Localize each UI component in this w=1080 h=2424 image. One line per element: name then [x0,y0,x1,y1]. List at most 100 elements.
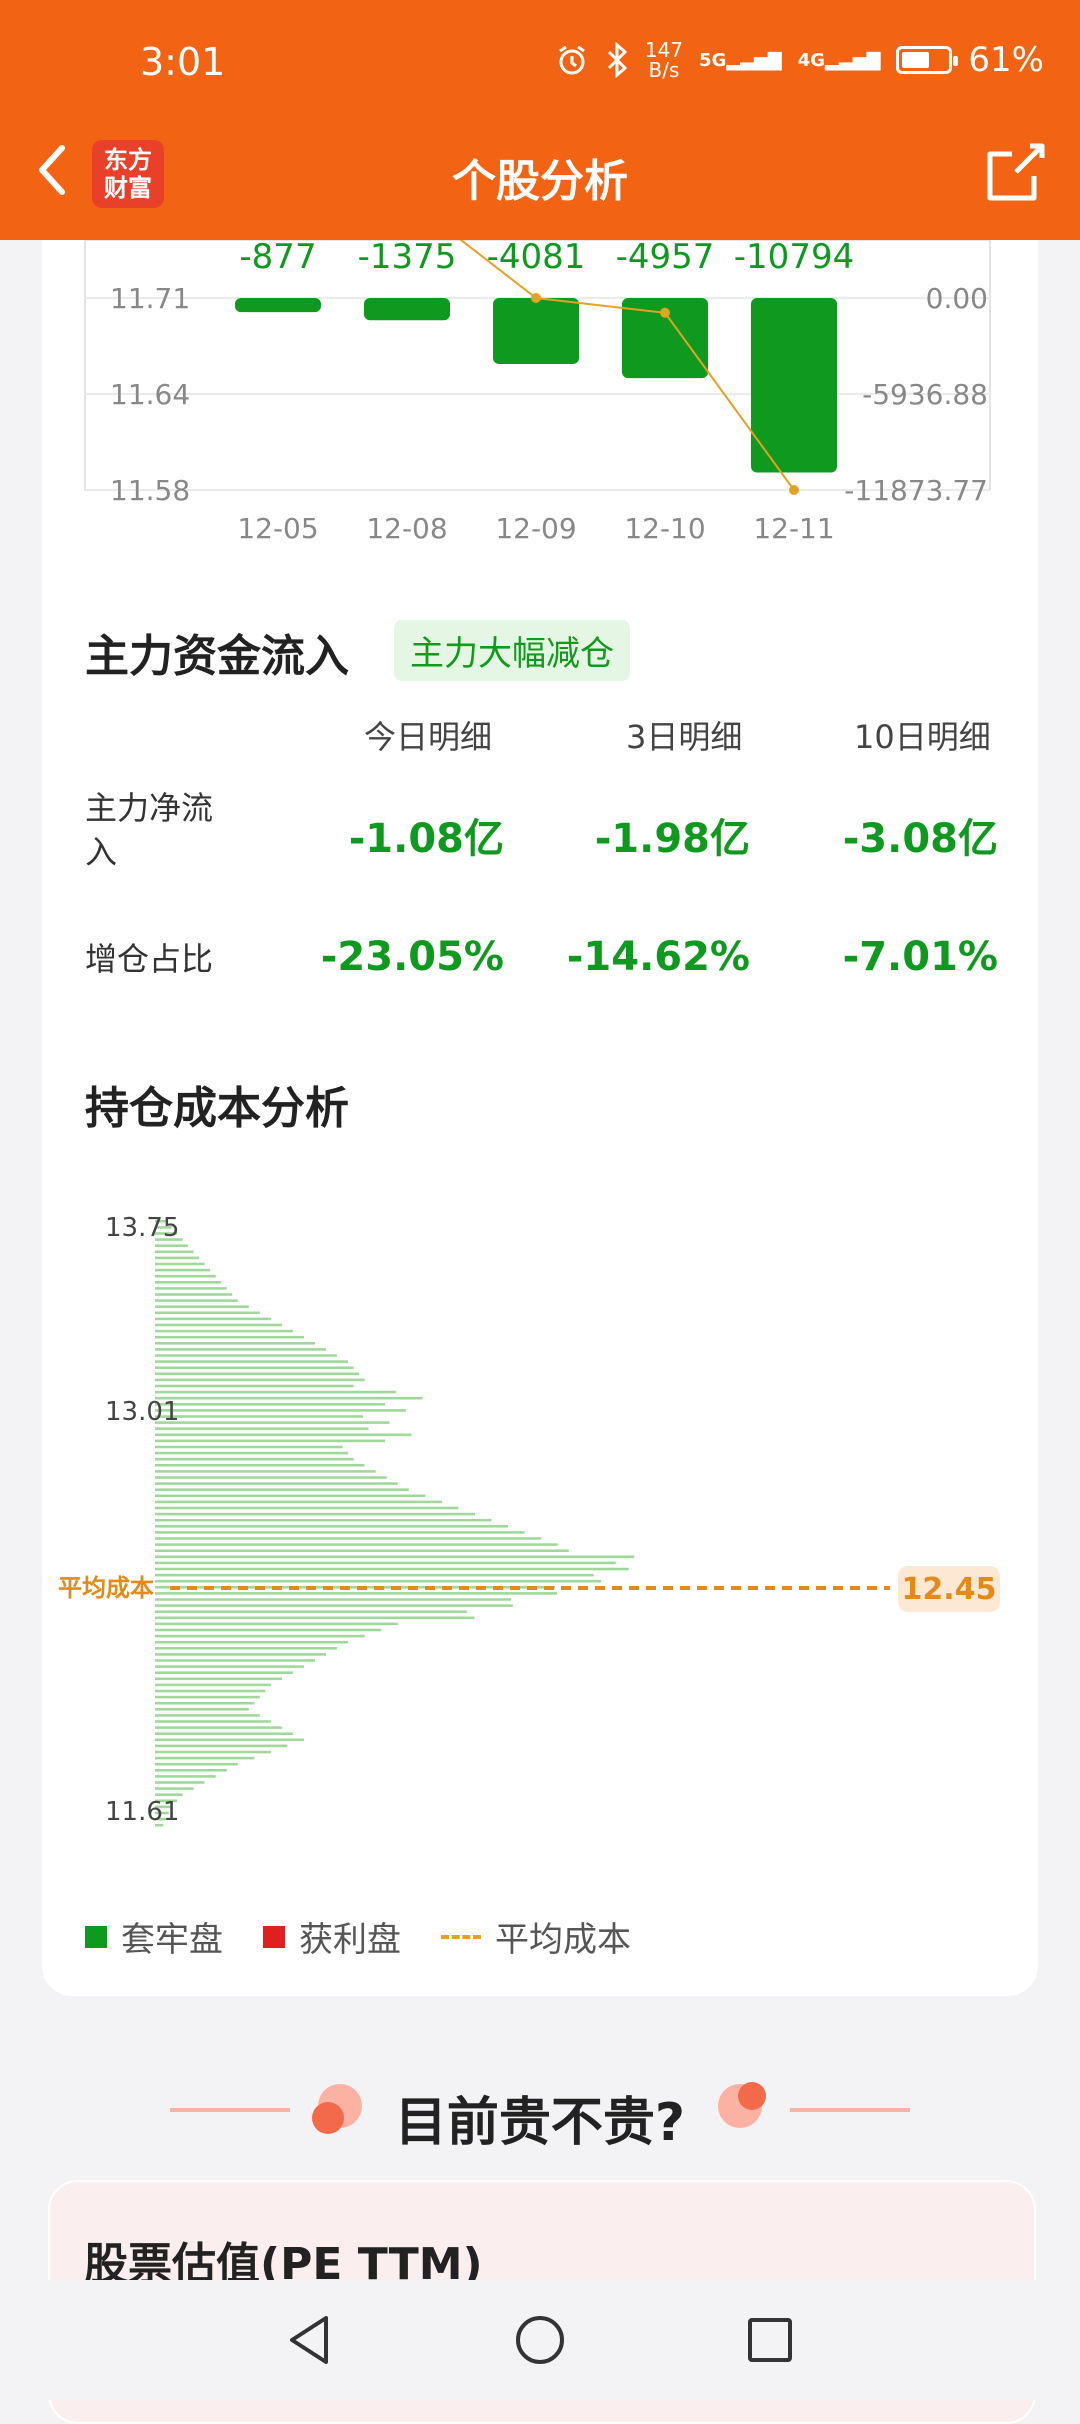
nav-home-icon[interactable] [512,2312,568,2368]
cost-bar [155,1342,315,1345]
legend-avg-cost: 平均成本 [441,1912,631,1961]
nav-back-icon[interactable] [282,2312,338,2368]
cost-bar [155,1335,304,1339]
cost-bar [155,1500,442,1504]
ratio-today: -23.05% [320,934,504,980]
fund-flow-chart: 11.71 11.64 11.58 0.00 -5936.88 -11873.77 -877… [84,240,991,545]
cost-bar [155,1640,349,1644]
cost-bar [155,1665,304,1668]
price-point [531,293,541,303]
x-tick-label: 12-09 [495,512,576,545]
x-tick-label: 12-11 [753,512,834,545]
left-tick-label: 11.58 [110,474,190,507]
cost-bar [155,1793,183,1796]
cost-bar [155,1506,459,1510]
y-tick-label: 11.61 [105,1797,179,1827]
cost-bar [155,1512,475,1516]
flow-bar [493,298,579,364]
legend-profit: 获利盘 [263,1912,401,1961]
cost-bar [155,1433,412,1437]
cost-bar [155,1244,189,1247]
avg-cost-value: 12.45 [902,1572,997,1607]
cost-bar [155,1567,629,1571]
row-label-net-inflow: 主力净流入 [85,789,214,871]
status-badge: 主力大幅减仓 [394,620,630,681]
cost-bar [155,1451,349,1455]
cost-bar [155,1360,349,1363]
cost-bar [155,1714,260,1717]
price-point [660,307,670,318]
cost-bar [155,1439,386,1443]
cost-bar [155,1494,426,1498]
x-tick-label: 12-05 [237,512,318,545]
status-time: 3:01 [140,40,226,84]
bar-value-label: -10794 [734,240,854,277]
cost-bar [155,1409,407,1412]
cost-bar [155,1378,365,1382]
left-tick-label: 11.71 [110,282,190,315]
cost-bar [155,1555,635,1559]
cost-bar [155,1256,200,1260]
flow-bar [751,298,837,473]
cost-distribution-chart: 13.75 13.01 11.61 平均成本 12.45 [58,1213,1000,1827]
battery-icon [896,46,959,74]
cost-bar [155,1701,255,1705]
cost-bar [155,1488,409,1491]
app-header: 3:01 147 B/s 5G▂▃▅▇ 4G▂▃▅▇ 61% 东方 财富 个股分析 [0,0,1080,240]
price-line [459,240,795,491]
cost-bar [155,1756,255,1760]
system-nav-bar [0,2280,1080,2400]
cost-bar [155,1689,266,1693]
cost-bar [155,1348,327,1351]
cost-bar [155,1329,293,1333]
legend-trapped: 套牢盘 [85,1912,223,1961]
ratio-10day: -7.01% [842,934,998,980]
right-tick-label: -5936.88 [862,378,988,411]
avg-cost-label: 平均成本 [58,1574,154,1602]
cost-bar [155,1653,327,1656]
column-header-10day: 10日明细 [854,718,991,756]
nav-recents-icon[interactable] [742,2312,798,2368]
share-icon[interactable] [980,138,1050,208]
bar-value-label: -4957 [616,240,715,277]
cost-bar [155,1598,511,1601]
cost-legend: 套牢盘 获利盘 平均成本 [85,1912,671,1961]
cost-bar [155,1464,365,1467]
signal-4g-icon: 4G▂▃▅▇ [797,49,881,71]
cost-bar [155,1457,354,1461]
cost-bar [155,1610,467,1613]
status-icons: 147 B/s 5G▂▃▅▇ 4G▂▃▅▇ 61% [555,40,1044,80]
cost-bar [155,1750,271,1754]
cost-bar [155,1720,271,1723]
bluetooth-icon [607,42,628,78]
cost-bar [155,1708,249,1711]
y-tick-label: 13.01 [105,1397,179,1427]
net-inflow-10day: -3.08亿 [842,816,998,862]
cost-bar [155,1683,271,1687]
cost-bar [155,1561,616,1565]
cost-bar [155,1769,227,1772]
column-header-today: 今日明细 [364,718,493,756]
cost-bar [155,1726,282,1729]
cost-bar [155,1549,569,1552]
cost-bar [155,1390,397,1394]
left-tick-label: 11.64 [110,378,190,411]
price-point [789,485,799,495]
net-inflow-3day: -1.98亿 [594,816,750,862]
cost-bar [155,1775,216,1778]
column-header-3day: 3日明细 [626,718,743,756]
cost-bar [155,1781,205,1784]
cost-bar [155,1250,194,1254]
x-tick-label: 12-08 [366,512,447,545]
x-tick-label: 12-10 [624,512,705,545]
cost-bar [155,1366,354,1369]
cost-bar [155,1543,558,1546]
cost-bar [155,1372,360,1376]
bar-value-label: -877 [239,240,316,277]
cost-bar [155,1579,602,1583]
main-flow-title: 主力资金流入 [85,631,349,682]
battery-percent: 61% [968,40,1044,80]
cost-bar [155,1744,288,1748]
cost-bar [155,1274,216,1278]
ratio-3day: -14.62% [566,934,750,980]
